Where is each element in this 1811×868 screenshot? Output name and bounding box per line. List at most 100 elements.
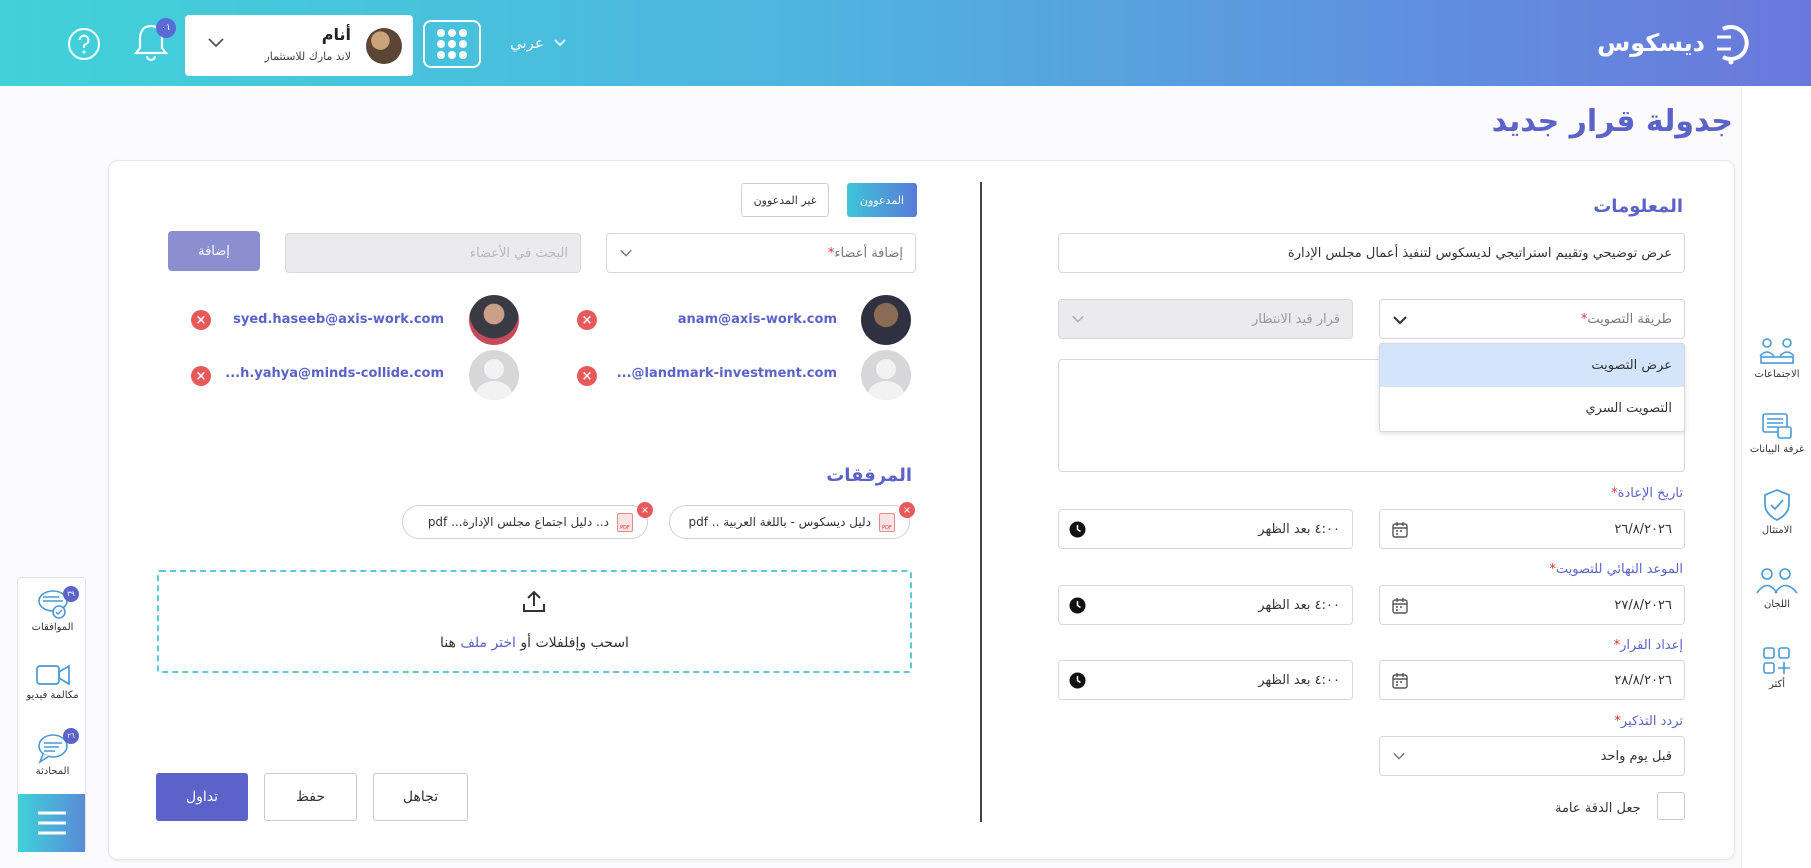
prep-date-input[interactable]: ٢٨/٨/٢٠٢٦ <box>1379 660 1685 700</box>
file-dropzone[interactable]: اسحب وإفلفلات أو اختر ملف هنا <box>157 570 912 673</box>
remove-member-icon[interactable]: × <box>577 366 597 386</box>
add-members-select[interactable]: إضافة أعضاء* <box>606 233 916 273</box>
choose-file-link[interactable]: اختر ملف <box>460 635 516 651</box>
attachment-file[interactable]: PDF د.. دليل اجتماع مجلس الإدارة... pdf <box>402 505 648 539</box>
attachments-title: المرفقات <box>826 465 912 486</box>
dock-chat-label: المحادثة <box>35 766 70 777</box>
clock-icon <box>1069 597 1086 614</box>
chevron-down-icon <box>208 38 224 48</box>
notification-count-badge: ٠١ <box>156 18 176 38</box>
subject-value: عرض توضيحي وتقييم استراتيجي لديسكوس لتنف… <box>1287 245 1672 261</box>
prep-time-value: ٤:٠٠ بعد الظهر <box>1258 672 1340 688</box>
chevron-down-icon <box>1072 315 1084 323</box>
sidebar-item-data-room[interactable]: غرفة البيانات <box>1742 411 1811 455</box>
prep-label: إعداد القرار* <box>1613 638 1683 653</box>
reminder-time-value: ٤:٠٠ بعد الظهر <box>1258 521 1340 537</box>
dropzone-text: اسحب وإفلفلات أو اختر ملف هنا <box>440 635 629 651</box>
member-search-input[interactable]: البحث في الأعضاء <box>285 233 581 273</box>
vote-method-placeholder: طريقة التصويت <box>1587 311 1672 327</box>
user-profile-menu[interactable]: أنام لاند مارك للاستثمار <box>185 15 413 76</box>
committees-icon <box>1756 568 1798 594</box>
meetings-icon <box>1759 338 1795 364</box>
vote-option-show[interactable]: عرض التصويت <box>1380 344 1684 387</box>
remove-member-icon[interactable]: × <box>191 366 211 386</box>
member-search-placeholder: البحث في الأعضاء <box>469 245 568 261</box>
remove-member-icon[interactable]: × <box>191 310 211 330</box>
add-members-placeholder: إضافة أعضاء <box>834 245 903 261</box>
dock-video-call[interactable]: مكالمة فيديو <box>18 662 87 701</box>
attachment-file[interactable]: PDF دليل ديسكوس - باللغة العربية .. pdf <box>669 505 910 539</box>
chevron-down-icon <box>620 249 632 257</box>
approvals-count-badge: ٣٩ <box>63 586 79 602</box>
avatar <box>861 295 911 345</box>
page-title: جدولة قرار جديد <box>1491 104 1733 139</box>
save-button[interactable]: حفظ <box>264 773 357 821</box>
discus-logo-icon <box>1717 25 1749 65</box>
language-selector[interactable]: عربي <box>510 34 566 52</box>
deadline-date-value: ٢٧/٨/٢٠٢٦ <box>1614 597 1672 613</box>
circulate-button[interactable]: تداول <box>156 773 248 821</box>
language-label: عربي <box>510 34 544 52</box>
video-camera-icon <box>35 664 70 686</box>
clock-icon <box>1069 521 1086 538</box>
remove-attachment-icon[interactable]: × <box>637 502 653 518</box>
dock-approvals-label: الموافقات <box>31 622 74 633</box>
clock-icon <box>1069 672 1086 689</box>
member-email: syed.haseeb@axis-work.com <box>233 312 444 327</box>
member-email: ...@landmark-investment.com <box>616 366 837 381</box>
upload-icon <box>523 590 545 612</box>
apps-launcher-button[interactable] <box>423 20 481 68</box>
pdf-icon: PDF <box>617 512 633 532</box>
tab-invited[interactable]: المدعوون <box>847 183 917 217</box>
attachment-name: د.. دليل اجتماع مجلس الإدارة... pdf <box>427 515 609 529</box>
calendar-icon <box>1392 522 1408 538</box>
brand-logo[interactable]: ديسكوس <box>1597 18 1765 68</box>
apps-grid-icon <box>437 29 467 59</box>
reminder-date-value: ٢٦/٨/٢٠٢٦ <box>1614 521 1672 537</box>
remove-attachment-icon[interactable]: × <box>899 502 915 518</box>
avatar <box>469 295 519 345</box>
vote-method-dropdown: عرض التصويت التصويت السري <box>1379 343 1685 432</box>
remove-member-icon[interactable]: × <box>577 310 597 330</box>
frequency-select[interactable]: قبل يوم واحد <box>1379 736 1685 776</box>
hamburger-menu-button[interactable] <box>18 794 85 852</box>
dock-video-label: مكالمة فيديو <box>26 690 79 701</box>
calendar-icon <box>1392 673 1408 689</box>
public-resolution-checkbox[interactable] <box>1657 792 1685 820</box>
frequency-label: تردد التذكير* <box>1614 714 1683 729</box>
chevron-down-icon <box>554 39 566 47</box>
prep-time-input[interactable]: ٤:٠٠ بعد الظهر <box>1058 660 1353 700</box>
deadline-time-input[interactable]: ٤:٠٠ بعد الظهر <box>1058 585 1353 625</box>
more-grid-icon <box>1763 647 1790 674</box>
member-email: anam@axis-work.com <box>677 312 837 327</box>
deadline-date-input[interactable]: ٢٧/٨/٢٠٢٦ <box>1379 585 1685 625</box>
chevron-down-icon <box>1393 316 1407 325</box>
reminder-time-input[interactable]: ٤:٠٠ بعد الظهر <box>1058 509 1353 549</box>
chat-count-badge: ٢٦ <box>63 728 79 744</box>
member-email: ...h.yahya@minds-collide.com <box>225 366 444 381</box>
frequency-value: قبل يوم واحد <box>1600 748 1672 764</box>
avatar <box>469 350 519 400</box>
pdf-icon: PDF <box>879 512 895 532</box>
hamburger-menu-icon <box>37 811 66 835</box>
vote-option-secret[interactable]: التصويت السري <box>1380 387 1684 430</box>
user-company: لاند مارك للاستثمار <box>264 50 351 63</box>
tab-not-invited[interactable]: غير المدعوون <box>741 183 829 217</box>
reminder-date-label: تاريخ الإعادة* <box>1611 486 1683 501</box>
column-divider <box>980 182 982 822</box>
vote-method-select[interactable]: طريقة التصويت* <box>1379 299 1685 339</box>
deadline-label: الموعد النهائي للتصويت* <box>1549 562 1683 577</box>
ignore-button[interactable]: تجاهل <box>373 773 468 821</box>
sidebar-item-more[interactable]: أكثر <box>1742 646 1811 690</box>
subject-input[interactable]: عرض توضيحي وتقييم استراتيجي لديسكوس لتنف… <box>1058 233 1685 273</box>
sidebar-item-meetings[interactable]: الاجتماعات <box>1742 336 1811 380</box>
user-name: أنام <box>321 25 351 44</box>
add-member-button[interactable]: إضافة <box>168 231 260 271</box>
info-section-title: المعلومات <box>1593 196 1683 217</box>
sidebar-item-committees[interactable]: اللجان <box>1742 566 1811 610</box>
reminder-date-input[interactable]: ٢٦/٨/٢٠٢٦ <box>1379 509 1685 549</box>
avatar <box>366 28 402 64</box>
help-icon[interactable] <box>67 27 101 61</box>
avatar <box>861 350 911 400</box>
sidebar-item-compliance[interactable]: الامتثال <box>1742 488 1811 536</box>
